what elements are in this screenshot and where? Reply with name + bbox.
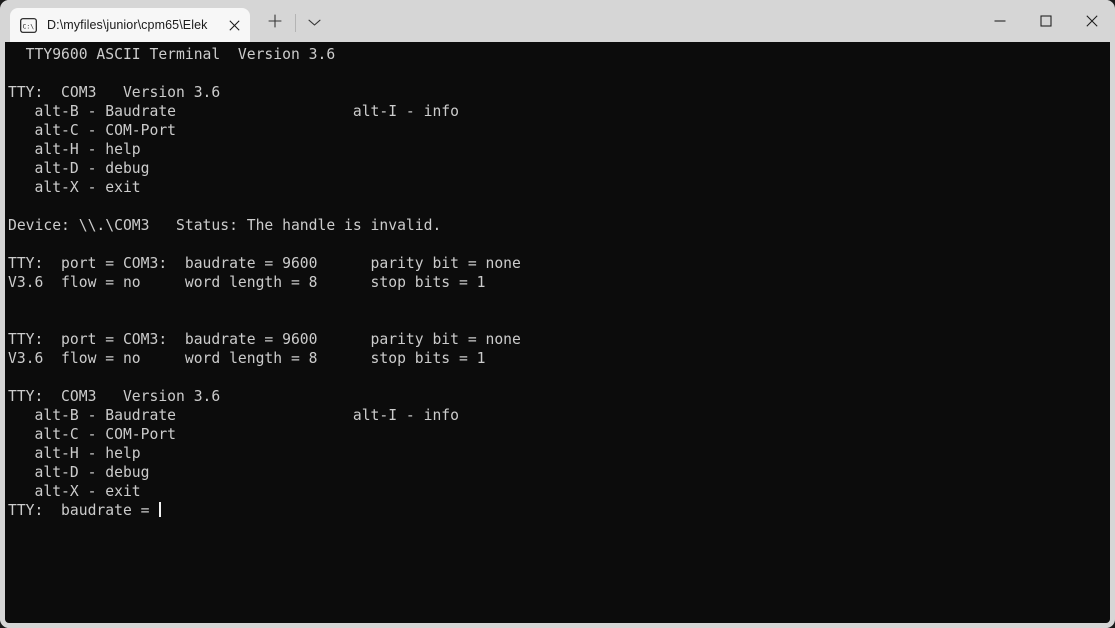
terminal-line: TTY9600 ASCII Terminal Version 3.6 [8, 46, 336, 63]
terminal-line: TTY: port = COM3: baudrate = 9600 parity… [8, 331, 521, 348]
close-icon [1086, 15, 1098, 27]
new-tab-button[interactable] [258, 6, 292, 40]
maximize-button[interactable] [1023, 0, 1069, 42]
terminal-line: alt-B - Baudrate alt-I - info [8, 103, 459, 120]
terminal-line: V3.6 flow = no word length = 8 stop bits… [8, 274, 486, 291]
minimize-button[interactable] [977, 0, 1023, 42]
minimize-icon [994, 15, 1006, 27]
title-bar[interactable]: C:\ D:\myfiles\junior\cpm65\Elek [0, 0, 1115, 42]
svg-text:C:\: C:\ [23, 22, 35, 30]
terminal-line: Device: \\.\COM3 Status: The handle is i… [8, 217, 442, 234]
terminal-line: TTY: COM3 Version 3.6 [8, 84, 221, 101]
plus-icon [268, 14, 282, 33]
terminal-line: alt-C - COM-Port [8, 426, 177, 443]
terminal-output: TTY9600 ASCII Terminal Version 3.6 TTY: … [8, 45, 1110, 520]
tabstrip-divider [295, 14, 296, 32]
terminal-line: alt-X - exit [8, 179, 141, 196]
terminal-line: TTY: COM3 Version 3.6 [8, 388, 221, 405]
close-button[interactable] [1069, 0, 1115, 42]
text-cursor [159, 502, 161, 517]
terminal-line: alt-C - COM-Port [8, 122, 177, 139]
terminal-line: alt-D - debug [8, 464, 150, 481]
terminal-line: alt-H - help [8, 445, 141, 462]
terminal-line: alt-H - help [8, 141, 141, 158]
maximize-icon [1040, 15, 1052, 27]
terminal-line: alt-D - debug [8, 160, 150, 177]
terminal-pane[interactable]: TTY9600 ASCII Terminal Version 3.6 TTY: … [0, 42, 1115, 628]
tab-strip: C:\ D:\myfiles\junior\cpm65\Elek [0, 0, 329, 42]
terminal-window: C:\ D:\myfiles\junior\cpm65\Elek TTY9600… [0, 0, 1115, 628]
terminal-line: alt-B - Baudrate alt-I - info [8, 407, 459, 424]
terminal-line: alt-X - exit [8, 483, 141, 500]
terminal-line: TTY: port = COM3: baudrate = 9600 parity… [8, 255, 521, 272]
cmd-prompt-icon: C:\ [20, 17, 37, 33]
tab-close-icon[interactable] [220, 11, 248, 39]
terminal-line: V3.6 flow = no word length = 8 stop bits… [8, 350, 486, 367]
tab-dropdown-button[interactable] [299, 6, 329, 40]
chevron-down-icon [307, 14, 321, 32]
window-controls [977, 0, 1115, 42]
tab-active[interactable]: C:\ D:\myfiles\junior\cpm65\Elek [10, 8, 250, 42]
terminal-prompt-text: TTY: baudrate = [8, 502, 159, 519]
tab-title: D:\myfiles\junior\cpm65\Elek [47, 18, 208, 32]
terminal-screen[interactable]: TTY9600 ASCII Terminal Version 3.6 TTY: … [5, 42, 1110, 623]
terminal-prompt-line: TTY: baudrate = [8, 501, 1110, 520]
